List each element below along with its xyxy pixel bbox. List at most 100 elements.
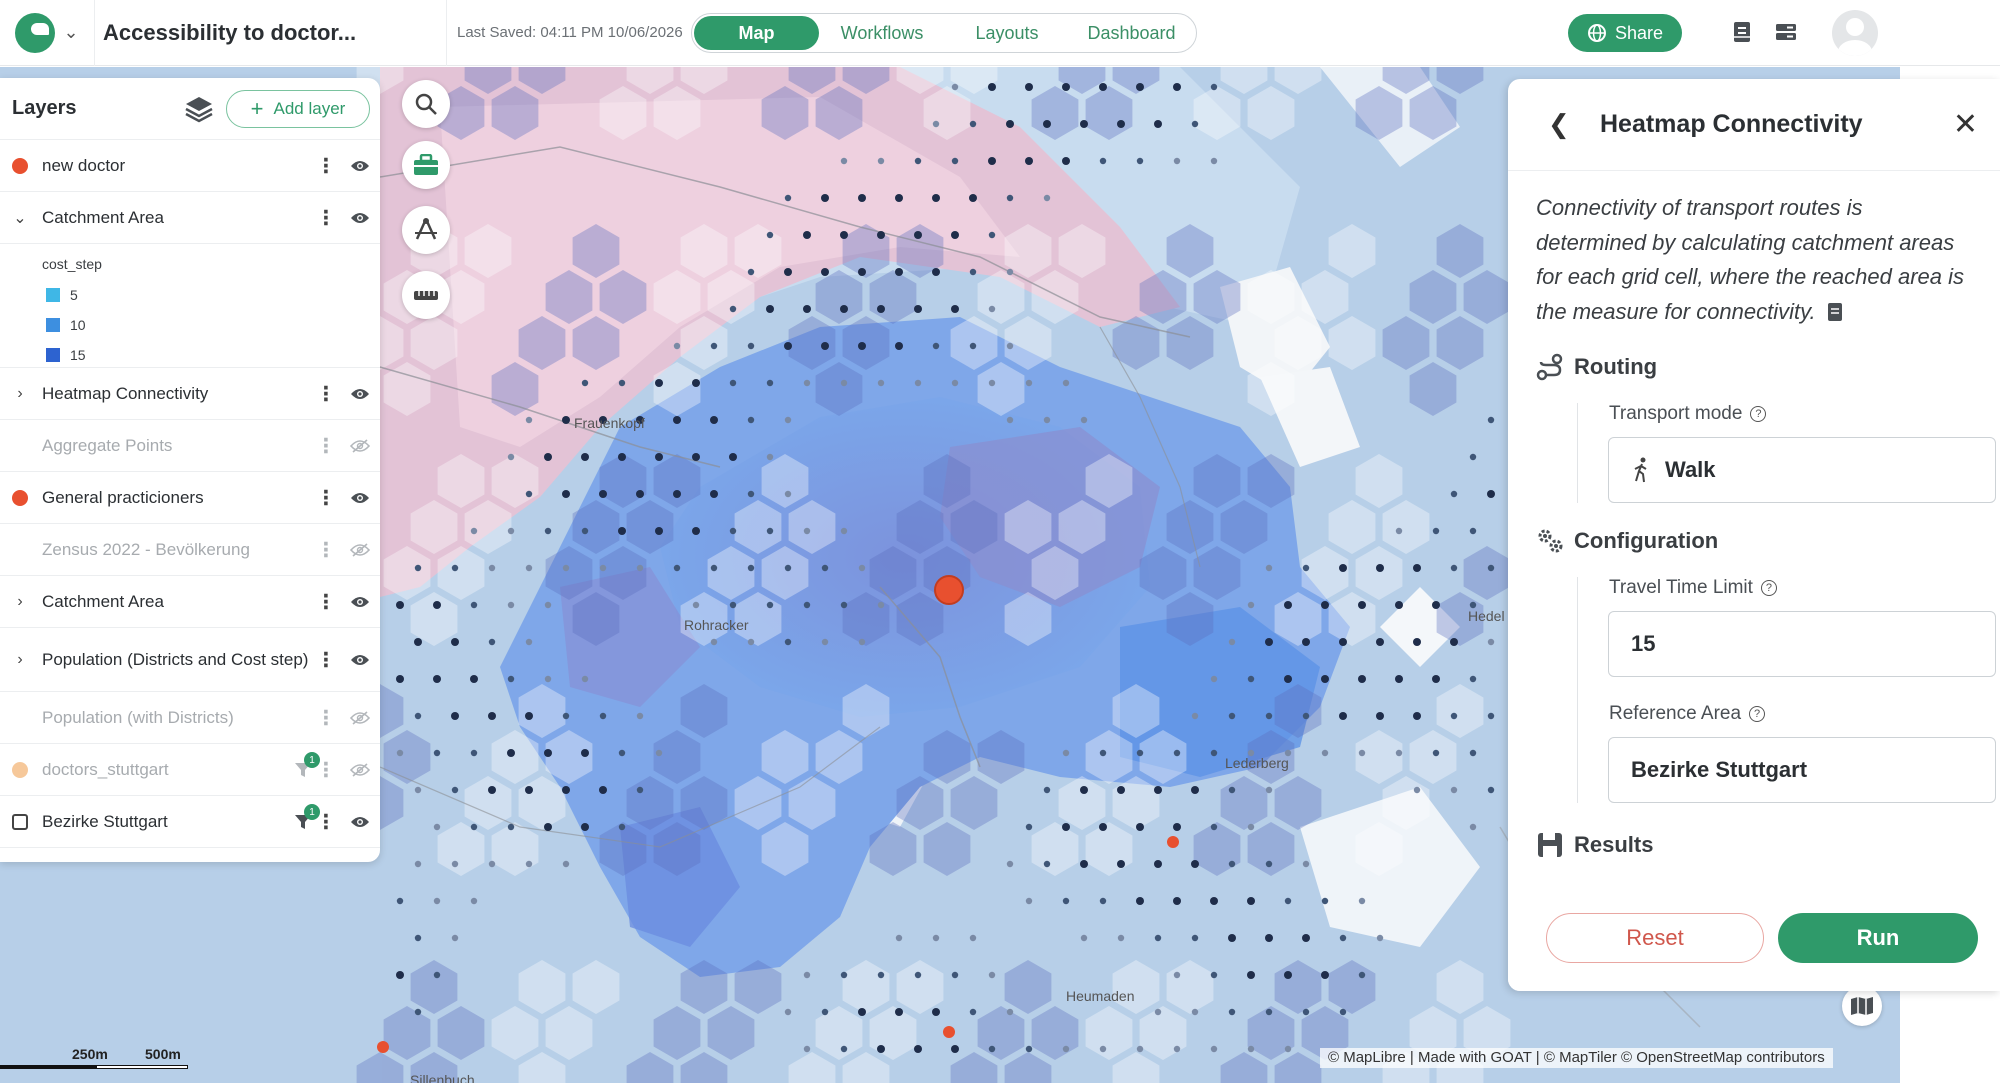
- layers-header: Layers + Add layer: [0, 78, 380, 140]
- more-options-icon[interactable]: ⋮: [316, 757, 336, 782]
- layer-row[interactable]: General practicioners ⋮: [0, 472, 380, 524]
- results-section[interactable]: Results: [1536, 831, 1964, 859]
- eye-icon[interactable]: [350, 653, 370, 667]
- docs-icon[interactable]: [1826, 302, 1844, 322]
- reference-area-value: Bezirke Stuttgart: [1631, 757, 1808, 782]
- more-options-icon[interactable]: ⋮: [316, 647, 336, 672]
- grid-point: [451, 786, 459, 794]
- layer-row[interactable]: › Catchment Area ⋮: [0, 576, 380, 628]
- search-tool-button[interactable]: [402, 80, 450, 128]
- layer-checkbox[interactable]: [12, 813, 28, 830]
- eye-icon[interactable]: [350, 595, 370, 609]
- map-attribution[interactable]: © MapLibre | Made with GOAT | © MapTiler…: [1320, 1048, 1833, 1068]
- eye-icon[interactable]: [350, 387, 370, 401]
- eye-off-icon[interactable]: [350, 438, 370, 453]
- eye-icon[interactable]: [350, 211, 370, 225]
- layer-row[interactable]: Aggregate Points ⋮: [0, 420, 380, 472]
- help-icon[interactable]: ?: [1750, 406, 1767, 422]
- configuration-section[interactable]: Configuration: [1536, 527, 1964, 555]
- grid-point: [1487, 638, 1495, 646]
- layer-row[interactable]: › Population (Districts and Cost step) ⋮: [0, 628, 380, 692]
- eye-icon[interactable]: [350, 491, 370, 505]
- tab-map[interactable]: Map: [694, 16, 819, 50]
- tool-panel-header: ❮ Heatmap Connectivity ✕: [1508, 79, 2000, 171]
- app-menu-button[interactable]: ⌄: [0, 0, 95, 66]
- drawing-tool-button[interactable]: [402, 206, 450, 254]
- grid-point: [784, 194, 792, 202]
- layer-row[interactable]: › Heatmap Connectivity ⋮: [0, 368, 380, 420]
- layer-row[interactable]: doctors_stuttgart 1 ⋮: [0, 744, 380, 796]
- grid-point: [1228, 712, 1236, 720]
- grid-point: [784, 564, 792, 572]
- toolbox-button[interactable]: [402, 141, 450, 189]
- grid-point: [673, 342, 681, 350]
- grid-point: [1006, 1008, 1014, 1016]
- grid-point: [951, 971, 959, 979]
- grid-point: [525, 786, 533, 794]
- share-button[interactable]: Share: [1568, 14, 1682, 52]
- tab-layouts[interactable]: Layouts: [945, 16, 1069, 50]
- grid-point: [1191, 120, 1199, 128]
- doctor-point[interactable]: [943, 1026, 955, 1038]
- more-options-icon[interactable]: ⋮: [316, 433, 336, 458]
- more-options-icon[interactable]: ⋮: [316, 381, 336, 406]
- back-arrow-icon[interactable]: ❮: [1548, 109, 1588, 140]
- user-avatar[interactable]: [1832, 10, 1878, 56]
- grid-point: [1302, 712, 1310, 720]
- doctor-point[interactable]: [1167, 836, 1179, 848]
- help-icon[interactable]: ?: [1749, 706, 1766, 722]
- more-options-icon[interactable]: ⋮: [316, 809, 336, 834]
- layer-row[interactable]: Bezirke Stuttgart 1 ⋮: [0, 796, 380, 848]
- new-doctor-marker[interactable]: [934, 575, 964, 605]
- eye-off-icon[interactable]: [350, 762, 370, 777]
- eye-off-icon[interactable]: [350, 710, 370, 725]
- help-icon[interactable]: ?: [1760, 580, 1777, 596]
- add-layer-button[interactable]: + Add layer: [226, 89, 370, 128]
- eye-icon[interactable]: [350, 159, 370, 173]
- chevron-down-icon[interactable]: ⌄: [12, 208, 28, 228]
- save-icon: [1538, 833, 1562, 857]
- ruler-icon: [414, 291, 438, 300]
- layer-row[interactable]: Zensus 2022 - Bevölkerung ⋮: [0, 524, 380, 576]
- grid-point: [1487, 564, 1495, 572]
- more-options-icon[interactable]: ⋮: [316, 589, 336, 614]
- more-options-icon[interactable]: ⋮: [316, 537, 336, 562]
- layer-row[interactable]: ⌄ Catchment Area ⋮: [0, 192, 380, 244]
- basemap-button[interactable]: [1842, 986, 1882, 1026]
- transport-mode-select[interactable]: Walk: [1608, 437, 1996, 503]
- more-options-icon[interactable]: ⋮: [316, 705, 336, 730]
- layer-row[interactable]: new doctor ⋮: [0, 140, 380, 192]
- more-options-icon[interactable]: ⋮: [316, 205, 336, 230]
- reset-button[interactable]: Reset: [1546, 913, 1764, 963]
- project-title[interactable]: Accessibility to doctor...: [95, 0, 447, 66]
- tab-dashboard[interactable]: Dashboard: [1069, 16, 1194, 50]
- grid-point: [895, 934, 903, 942]
- reference-area-label: Reference Area ?: [1578, 703, 1964, 725]
- document-icon[interactable]: [1730, 20, 1754, 44]
- route-icon: [1536, 353, 1563, 381]
- layer-row[interactable]: Population (with Districts) ⋮: [0, 692, 380, 744]
- grid-point: [821, 1008, 829, 1016]
- run-button[interactable]: Run: [1778, 913, 1978, 963]
- measure-tool-button[interactable]: [402, 271, 450, 319]
- grid-point: [1376, 638, 1384, 646]
- chevron-right-icon[interactable]: ›: [12, 593, 28, 611]
- more-options-icon[interactable]: ⋮: [316, 153, 336, 178]
- doctor-point[interactable]: [377, 1041, 389, 1053]
- grid-point: [1117, 860, 1125, 868]
- layers-stack-icon[interactable]: [184, 95, 214, 123]
- eye-icon[interactable]: [350, 815, 370, 829]
- grid-point: [1376, 712, 1384, 720]
- chevron-right-icon[interactable]: ›: [12, 651, 28, 669]
- travel-time-input[interactable]: 15: [1608, 611, 1996, 677]
- routing-section[interactable]: Routing: [1536, 353, 1964, 381]
- more-options-icon[interactable]: ⋮: [316, 485, 336, 510]
- tab-workflows[interactable]: Workflows: [819, 16, 945, 50]
- close-icon[interactable]: ✕: [1953, 107, 1978, 142]
- grid-point: [1210, 157, 1218, 165]
- grid-point: [951, 83, 959, 91]
- server-icon[interactable]: [1774, 20, 1798, 44]
- eye-off-icon[interactable]: [350, 542, 370, 557]
- reference-area-select[interactable]: Bezirke Stuttgart: [1608, 737, 1996, 803]
- chevron-right-icon[interactable]: ›: [12, 385, 28, 403]
